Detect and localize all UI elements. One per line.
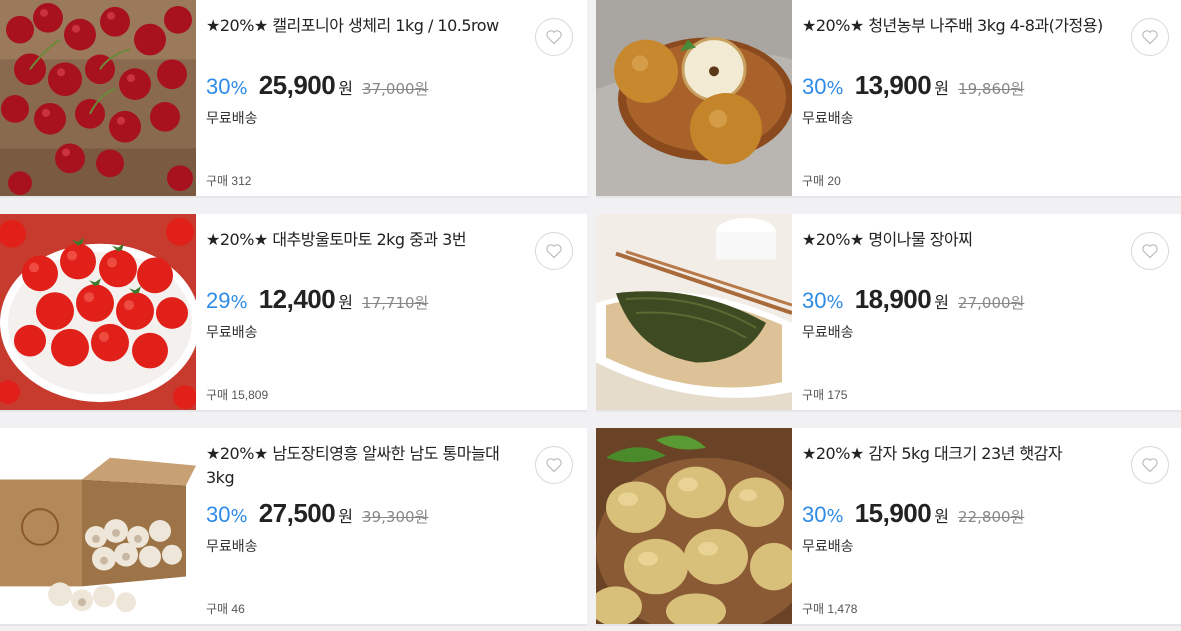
- purchase-count: 구매 15,809: [206, 388, 269, 402]
- heart-outline-icon: [546, 30, 562, 45]
- product-grid: ★20%★ 캘리포니아 생체리 1kg / 10.5row 30% 25,900…: [0, 0, 1181, 631]
- heart-outline-icon: [1142, 30, 1158, 45]
- discount-rate: 30: [206, 74, 231, 99]
- currency-label: 원: [338, 293, 353, 312]
- price-row: 30% 18,900 원 27,000원: [802, 284, 1024, 315]
- product-image-tomatoes[interactable]: [0, 214, 196, 410]
- heart-outline-icon: [1142, 458, 1158, 473]
- discount-rate: 30: [206, 502, 231, 527]
- discount-unit: %: [230, 292, 248, 313]
- price-row: 30% 15,900 원 22,800원: [802, 498, 1024, 529]
- discount-rate: 30: [802, 288, 827, 313]
- heart-outline-icon: [1142, 244, 1158, 259]
- discount-unit: %: [826, 506, 844, 527]
- discount-rate: 30: [802, 74, 827, 99]
- wishlist-button[interactable]: [1131, 232, 1169, 270]
- product-image-cherries[interactable]: [0, 0, 196, 196]
- product-title[interactable]: ★20%★ 청년농부 나주배 3kg 4-8과(가정용): [802, 14, 1113, 38]
- original-price: 39,300원: [362, 508, 429, 526]
- sale-price: 15,900: [854, 498, 932, 528]
- currency-label: 원: [338, 79, 353, 98]
- product-image-garlic-box[interactable]: [0, 428, 196, 624]
- discount-rate: 29: [206, 288, 231, 313]
- product-title[interactable]: ★20%★ 감자 5kg 대크기 23년 햇감자: [802, 442, 1113, 466]
- purchase-count: 구매 312: [206, 174, 252, 188]
- discount-unit: %: [826, 78, 844, 99]
- heart-outline-icon: [546, 458, 562, 473]
- discount-unit: %: [826, 292, 844, 313]
- discount-rate: 30: [802, 502, 827, 527]
- purchase-count: 구매 20: [802, 174, 841, 188]
- price-row: 30% 13,900 원 19,860원: [802, 70, 1024, 101]
- product-card[interactable]: ★20%★ 캘리포니아 생체리 1kg / 10.5row 30% 25,900…: [0, 0, 587, 198]
- currency-label: 원: [934, 293, 949, 312]
- product-card[interactable]: ★20%★ 감자 5kg 대크기 23년 햇감자 30% 15,900 원 22,…: [596, 428, 1181, 626]
- original-price: 17,710원: [362, 294, 429, 312]
- sale-price: 27,500: [258, 498, 336, 528]
- wishlist-button[interactable]: [1131, 18, 1169, 56]
- wishlist-button[interactable]: [1131, 446, 1169, 484]
- currency-label: 원: [934, 507, 949, 526]
- purchase-count: 구매 46: [206, 602, 245, 616]
- sale-price: 18,900: [854, 284, 932, 314]
- shipping-label: 무료배송: [206, 325, 258, 341]
- shipping-label: 무료배송: [802, 111, 854, 127]
- product-card[interactable]: ★20%★ 남도장티영흥 알싸한 남도 통마늘대 3kg 30% 27,500 원…: [0, 428, 587, 626]
- price-row: 30% 27,500 원 39,300원: [206, 498, 428, 529]
- wishlist-button[interactable]: [535, 232, 573, 270]
- original-price: 19,860원: [958, 80, 1025, 98]
- shipping-label: 무료배송: [206, 111, 258, 127]
- price-row: 29% 12,400 원 17,710원: [206, 284, 428, 315]
- shipping-label: 무료배송: [802, 539, 854, 555]
- wishlist-button[interactable]: [535, 446, 573, 484]
- purchase-count: 구매 1,478: [802, 602, 858, 616]
- sale-price: 13,900: [854, 70, 932, 100]
- product-image-potatoes[interactable]: [596, 428, 792, 624]
- product-title[interactable]: ★20%★ 명이나물 장아찌: [802, 228, 1113, 252]
- price-row: 30% 25,900 원 37,000원: [206, 70, 428, 101]
- sale-price: 25,900: [258, 70, 336, 100]
- product-title[interactable]: ★20%★ 대추방울토마토 2kg 중과 3번: [206, 228, 517, 252]
- wishlist-button[interactable]: [535, 18, 573, 56]
- discount-unit: %: [230, 506, 248, 527]
- shipping-label: 무료배송: [802, 325, 854, 341]
- original-price: 37,000원: [362, 80, 429, 98]
- product-card[interactable]: ★20%★ 명이나물 장아찌 30% 18,900 원 27,000원 무료배송 …: [596, 214, 1181, 412]
- currency-label: 원: [338, 507, 353, 526]
- original-price: 27,000원: [958, 294, 1025, 312]
- product-card[interactable]: ★20%★ 청년농부 나주배 3kg 4-8과(가정용) 30% 13,900 원…: [596, 0, 1181, 198]
- original-price: 22,800원: [958, 508, 1025, 526]
- product-image-pears[interactable]: [596, 0, 792, 196]
- sale-price: 12,400: [258, 284, 336, 314]
- shipping-label: 무료배송: [206, 539, 258, 555]
- product-title[interactable]: ★20%★ 캘리포니아 생체리 1kg / 10.5row: [206, 14, 517, 38]
- currency-label: 원: [934, 79, 949, 98]
- product-title[interactable]: ★20%★ 남도장티영흥 알싸한 남도 통마늘대 3kg: [206, 442, 517, 490]
- purchase-count: 구매 175: [802, 388, 848, 402]
- heart-outline-icon: [546, 244, 562, 259]
- product-image-pickled-greens[interactable]: [596, 214, 792, 410]
- discount-unit: %: [230, 78, 248, 99]
- product-card[interactable]: ★20%★ 대추방울토마토 2kg 중과 3번 29% 12,400 원 17,7…: [0, 214, 587, 412]
